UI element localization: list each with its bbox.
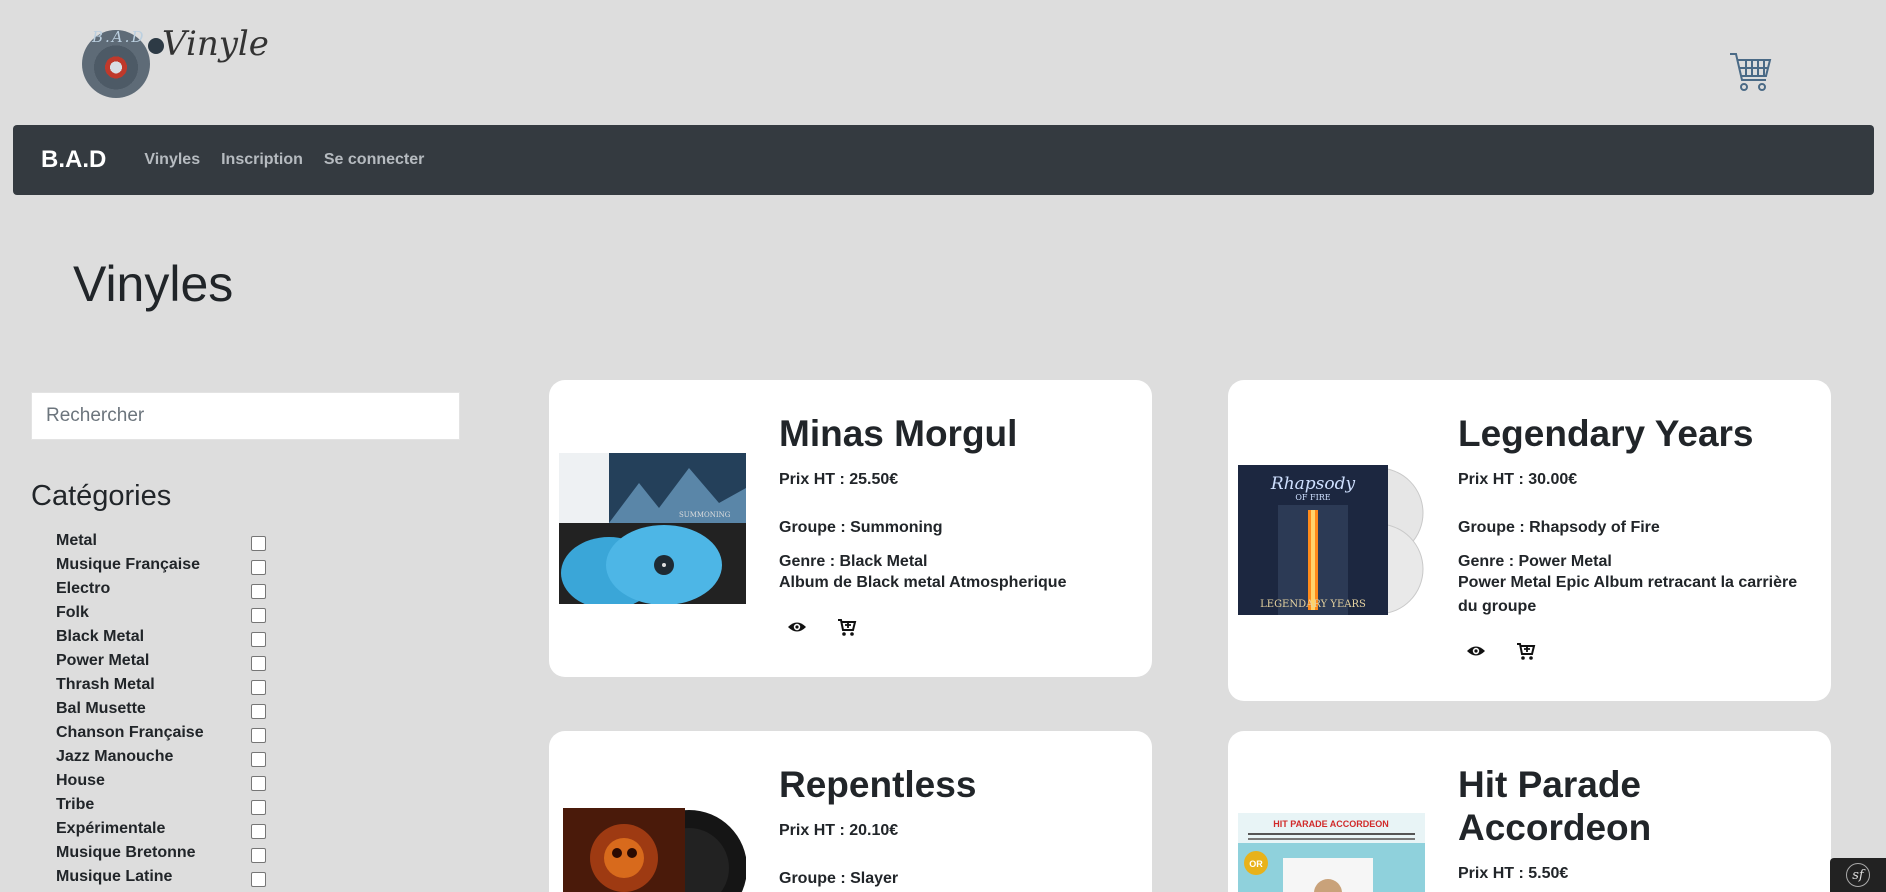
- cover-subtext: OF FIRE: [1295, 493, 1330, 502]
- category-label: Bal Musette: [56, 700, 146, 717]
- product-card: Repentless Prix HT : 20.10€ Groupe : Sla…: [549, 731, 1152, 892]
- product-title: Legendary Years: [1458, 413, 1754, 454]
- product-cover-image: [559, 808, 746, 892]
- cover-badge: OR: [1249, 859, 1263, 869]
- category-label: Metal: [56, 532, 97, 549]
- symfony-logo-icon: sf: [1846, 863, 1870, 887]
- category-checkbox[interactable]: [251, 559, 266, 575]
- symfony-toolbar-toggle[interactable]: sf: [1830, 858, 1886, 892]
- navbar-brand[interactable]: B.A.D: [41, 146, 106, 174]
- product-actions: [1458, 641, 1808, 661]
- category-checkbox[interactable]: [251, 847, 266, 863]
- page-title: Vinyles: [73, 256, 234, 312]
- product-info: Legendary Years Prix HT : 30.00€ Groupe …: [1458, 412, 1808, 661]
- category-checkbox[interactable]: [251, 775, 266, 791]
- category-label: Jazz Manouche: [56, 748, 174, 765]
- category-item: Bal Musette: [56, 697, 266, 721]
- category-label: Chanson Française: [56, 724, 204, 741]
- cover-text: SUMMONING: [679, 511, 731, 519]
- category-checkbox[interactable]: [251, 703, 266, 719]
- nav-link-vinyles[interactable]: Vinyles: [144, 151, 200, 169]
- category-checkbox[interactable]: [251, 871, 266, 887]
- category-checkbox[interactable]: [251, 679, 266, 695]
- cover-bottom-text: LEGENDARY YEARS: [1260, 599, 1366, 610]
- category-item: Thrash Metal: [56, 673, 266, 697]
- category-item: Expérimentale: [56, 817, 266, 841]
- product-card: SUMMONING Minas Morgul Prix HT : 25.50€ …: [549, 380, 1152, 677]
- category-item: Black Metal: [56, 625, 266, 649]
- category-item: Folk: [56, 601, 266, 625]
- category-label: Thrash Metal: [56, 676, 155, 693]
- cart-icon[interactable]: [1728, 50, 1772, 94]
- add-to-cart-icon[interactable]: [1516, 641, 1536, 661]
- category-checkbox[interactable]: [251, 727, 266, 743]
- product-title: Minas Morgul: [779, 413, 1018, 454]
- product-actions: [779, 617, 1129, 637]
- category-label: Electro: [56, 580, 111, 597]
- category-label: Tribe: [56, 796, 95, 813]
- product-cover-image: Rhapsody OF FIRE LEGENDARY YEARS: [1238, 465, 1425, 615]
- cover-text: HIT PARADE ACCORDEON: [1273, 819, 1389, 829]
- category-checkbox[interactable]: [251, 823, 266, 839]
- category-label: Musique Latine: [56, 868, 173, 885]
- product-title: Repentless: [779, 764, 977, 805]
- category-item: Musique Latine: [56, 865, 266, 889]
- product-genre: Genre : Power Metal: [1458, 553, 1612, 570]
- product-group: Groupe : Slayer: [779, 870, 899, 887]
- product-info: Repentless Prix HT : 20.10€ Groupe : Sla…: [779, 763, 1129, 888]
- eye-icon[interactable]: [1466, 641, 1486, 661]
- product-price: Prix HT : 30.00€: [1458, 471, 1578, 488]
- product-price: Prix HT : 20.10€: [779, 822, 899, 839]
- product-description: Album de Black metal Atmospherique: [779, 574, 1067, 591]
- category-item: Electro: [56, 577, 266, 601]
- site-logo[interactable]: B.A.D Vinyle: [82, 22, 269, 98]
- nav-link-se-connecter[interactable]: Se connecter: [324, 151, 424, 169]
- product-group: Groupe : Summoning: [779, 519, 943, 536]
- add-to-cart-icon[interactable]: [837, 617, 857, 637]
- category-item: House: [56, 769, 266, 793]
- product-genre: Genre : Black Metal: [779, 553, 928, 570]
- product-cover-image: HIT PARADE ACCORDEON OR: [1238, 813, 1425, 892]
- product-description: Power Metal Epic Album retracant la carr…: [1458, 574, 1798, 615]
- product-price: Prix HT : 5.50€: [1458, 865, 1569, 882]
- category-checkbox[interactable]: [251, 631, 266, 647]
- main-navbar: B.A.D Vinyles Inscription Se connecter: [13, 125, 1874, 195]
- logo-disc-text: B.A.D: [92, 28, 146, 46]
- category-checkbox[interactable]: [251, 751, 266, 767]
- category-checkbox[interactable]: [251, 535, 266, 551]
- product-info: Hit Parade Accordeon Prix HT : 5.50€: [1458, 763, 1808, 883]
- category-label: Power Metal: [56, 652, 150, 669]
- category-item: Power Metal: [56, 649, 266, 673]
- category-checkbox[interactable]: [251, 607, 266, 623]
- product-card: Rhapsody OF FIRE LEGENDARY YEARS Legenda…: [1228, 380, 1831, 701]
- category-label: Musique Bretonne: [56, 844, 196, 861]
- search-input[interactable]: Rechercher: [31, 392, 460, 440]
- logo-wordmark: Vinyle: [162, 24, 269, 64]
- eye-icon[interactable]: [787, 617, 807, 637]
- category-checkbox[interactable]: [251, 799, 266, 815]
- category-item: Musique Française: [56, 553, 266, 577]
- category-item: Jazz Manouche: [56, 745, 266, 769]
- category-label: Black Metal: [56, 628, 145, 645]
- category-item: Metal: [56, 529, 266, 553]
- category-checkbox[interactable]: [251, 655, 266, 671]
- product-group: Groupe : Rhapsody of Fire: [1458, 519, 1660, 536]
- category-checkbox[interactable]: [251, 583, 266, 599]
- product-price: Prix HT : 25.50€: [779, 471, 899, 488]
- product-card: HIT PARADE ACCORDEON OR Hit Parade Accor…: [1228, 731, 1831, 892]
- category-label: Musique Française: [56, 556, 201, 573]
- category-label: Folk: [56, 604, 89, 621]
- product-cover-image: SUMMONING: [559, 453, 746, 604]
- categories-title: Catégories: [31, 480, 172, 512]
- product-info: Minas Morgul Prix HT : 25.50€ Groupe : S…: [779, 412, 1129, 637]
- category-list: Metal Musique Française Electro Folk Bla…: [56, 529, 266, 889]
- product-title: Hit Parade Accordeon: [1458, 764, 1652, 848]
- category-item: Chanson Française: [56, 721, 266, 745]
- category-label: Expérimentale: [56, 820, 166, 837]
- category-item: Tribe: [56, 793, 266, 817]
- category-item: Musique Bretonne: [56, 841, 266, 865]
- category-label: House: [56, 772, 105, 789]
- nav-link-inscription[interactable]: Inscription: [221, 151, 303, 169]
- cover-text: Rhapsody: [1270, 474, 1356, 494]
